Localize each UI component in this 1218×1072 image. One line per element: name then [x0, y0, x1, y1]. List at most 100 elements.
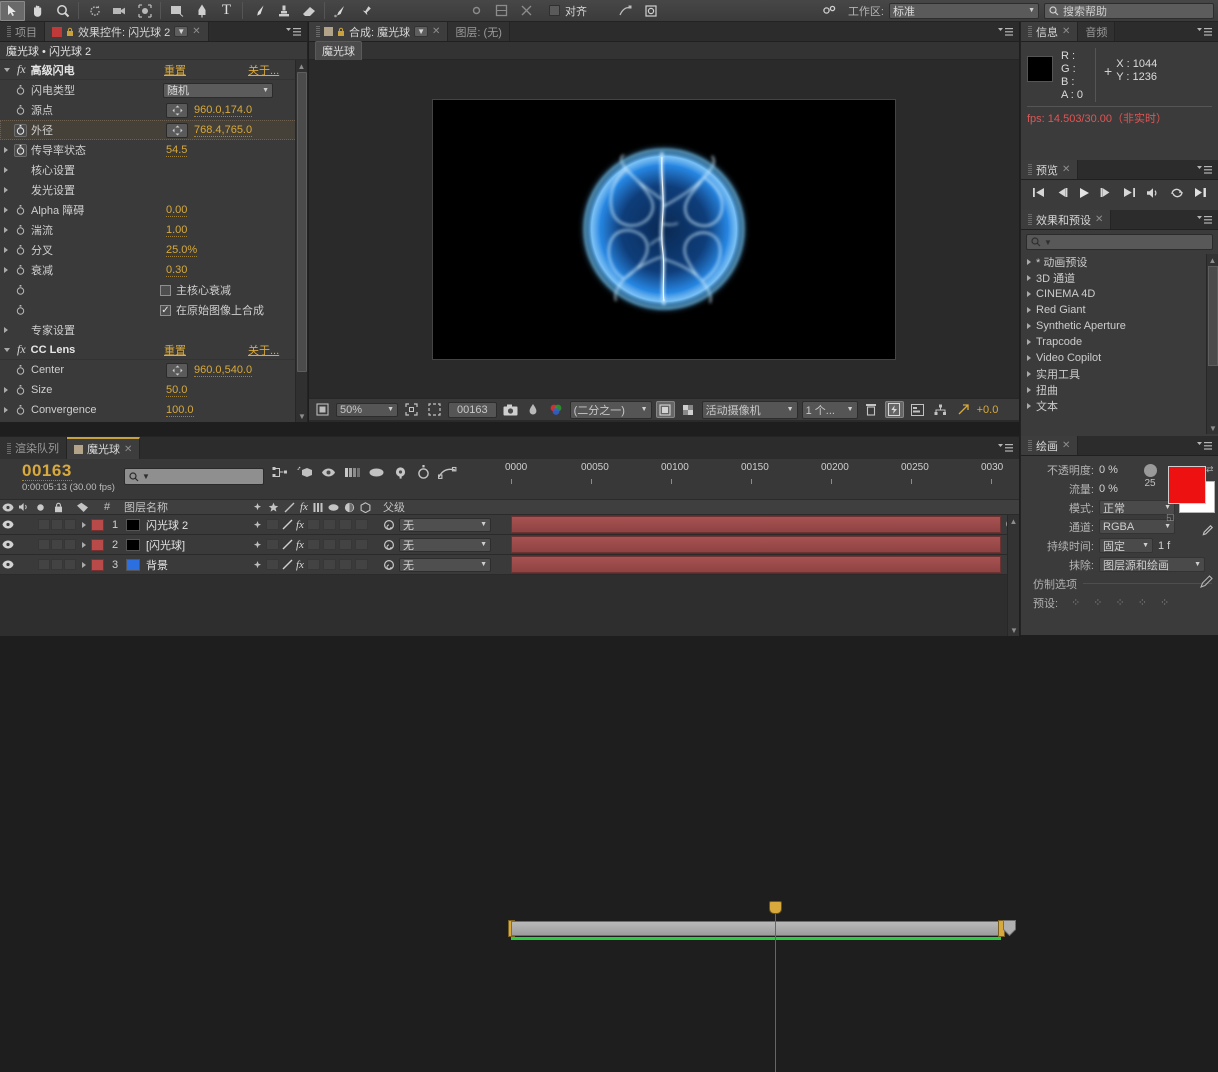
- brush-tip-icon[interactable]: [1199, 574, 1214, 592]
- alpha-obstacle-value[interactable]: 0.00: [166, 204, 188, 217]
- list-item[interactable]: Synthetic Aperture: [1021, 318, 1218, 334]
- property-row-glow-settings[interactable]: 发光设置: [0, 180, 307, 200]
- scrollbar-thumb[interactable]: [297, 72, 307, 372]
- stopwatch-icon[interactable]: [14, 104, 27, 117]
- scroll-down-icon[interactable]: ▼: [1008, 624, 1020, 636]
- composite-on-original-checkbox-row[interactable]: ✓ 在原始图像上合成: [160, 302, 264, 318]
- current-time-indicator[interactable]: [769, 901, 782, 1072]
- effect-header-advanced-lightning[interactable]: fx 高级闪电 重置 关于...: [0, 60, 307, 80]
- preview-panel[interactable]: 预览 ✕: [1020, 160, 1218, 210]
- motion-blur-switch[interactable]: [322, 519, 336, 530]
- brush-size-indicator[interactable]: 25: [1139, 464, 1161, 489]
- frame-blend-switch[interactable]: [306, 539, 320, 550]
- toggle-mask-guides-icon[interactable]: [679, 401, 698, 418]
- parent-select[interactable]: 无 ▼: [399, 517, 491, 532]
- twirl-right-icon[interactable]: [4, 387, 8, 393]
- cc-lens-size-value[interactable]: 50.0: [166, 384, 188, 397]
- preset-slot-1-icon[interactable]: ⁘: [1071, 596, 1080, 609]
- layer-name[interactable]: [闪光球]: [140, 537, 185, 553]
- search-dropdown-icon[interactable]: ▼: [142, 472, 150, 481]
- stopwatch-icon[interactable]: [14, 123, 27, 137]
- conductivity-value[interactable]: 54.5: [166, 144, 188, 157]
- graph-editor-icon[interactable]: [613, 1, 638, 21]
- hand-tool-icon[interactable]: [25, 1, 50, 21]
- property-row-origin[interactable]: 源点 960.0,174.0: [0, 100, 307, 120]
- paint-panel[interactable]: 绘画 ✕ 不透明度: 0 % 流量: 0 % 模式: 正常 ▼ 通道: RGBA: [1020, 436, 1218, 635]
- property-row-forking[interactable]: 分叉 25.0%: [0, 240, 307, 260]
- point-picker-button[interactable]: [166, 362, 188, 378]
- close-icon[interactable]: ✕: [1062, 26, 1070, 37]
- audio-toggle-icon[interactable]: [1146, 187, 1160, 202]
- layer-audio-toggle[interactable]: [38, 559, 50, 570]
- property-row-decay[interactable]: 衰减 0.30: [0, 260, 307, 280]
- tab-layer[interactable]: 图层: (无): [448, 22, 510, 41]
- fast-previews-icon[interactable]: [884, 401, 904, 418]
- layer-parent[interactable]: 无 ▼: [383, 557, 491, 572]
- twirl-right-icon[interactable]: [4, 187, 8, 193]
- twirl-right-icon[interactable]: [82, 541, 86, 548]
- reset-link[interactable]: 重置: [164, 342, 186, 358]
- composition-mini-flowchart-icon[interactable]: [272, 466, 289, 482]
- three-d-switch[interactable]: [354, 559, 368, 570]
- tab-effect-controls[interactable]: 效果控件: 闪光球 2 ▼ ✕: [45, 22, 209, 41]
- workspace-area[interactable]: 工作区: 标准 ▼ 搜索帮助: [818, 1, 1218, 21]
- composition-tabs[interactable]: 合成: 魔光球 ▼ ✕ 图层: (无): [309, 22, 1019, 42]
- twirl-right-icon[interactable]: [1027, 307, 1031, 313]
- paint-opacity-value[interactable]: 0 %: [1099, 464, 1141, 476]
- tab-composition[interactable]: 合成: 魔光球 ▼ ✕: [309, 22, 449, 41]
- graph-editor-toggle-icon[interactable]: [437, 466, 457, 482]
- layer-audio-toggle[interactable]: [38, 519, 50, 530]
- comp-flowchart-icon[interactable]: [931, 401, 950, 418]
- current-frame-value[interactable]: 00163: [22, 461, 72, 481]
- timeline-layers-list[interactable]: 1 闪光球 2 fx 无 ▼ 2 [闪光球] fx 无 ▼ 3 背景 fx 无 …: [0, 515, 1019, 636]
- layer-solo-toggle[interactable]: [51, 539, 63, 550]
- close-icon[interactable]: ✕: [124, 444, 132, 455]
- effects-list-scrollbar[interactable]: ▲ ▼: [1206, 254, 1218, 434]
- video-switch-header-icon[interactable]: [0, 503, 16, 512]
- close-icon[interactable]: ✕: [1062, 164, 1070, 175]
- timeline-controls[interactable]: 00163 0:00:05:13 (30.00 fps) ▼ 0000 0005…: [0, 459, 1019, 499]
- timeline-icon[interactable]: [908, 401, 927, 418]
- effect-controls-body[interactable]: fx 高级闪电 重置 关于... 闪电类型 随机 ▼ 源点 960.0,174.…: [0, 60, 307, 422]
- layer-name-header[interactable]: 图层名称: [118, 499, 168, 515]
- preview-transport-controls[interactable]: [1021, 180, 1218, 208]
- twirl-right-icon[interactable]: [1027, 275, 1031, 281]
- tab-menu-arrow-icon[interactable]: ▼: [414, 26, 429, 37]
- stopwatch-icon[interactable]: [14, 284, 27, 297]
- show-snapshot-icon[interactable]: [524, 401, 543, 418]
- tab-render-queue[interactable]: 渲染队列: [0, 437, 67, 459]
- motion-blur-switch[interactable]: [322, 539, 336, 550]
- effect-controls-tabs[interactable]: 项目 效果控件: 闪光球 2 ▼ ✕: [0, 22, 307, 42]
- twirl-right-icon[interactable]: [4, 247, 8, 253]
- layer-duration-bar[interactable]: [511, 516, 1001, 533]
- scroll-up-icon[interactable]: ▲: [1008, 515, 1019, 527]
- twirl-right-icon[interactable]: [1027, 339, 1031, 345]
- cti-handle[interactable]: [769, 901, 782, 914]
- twirl-right-icon[interactable]: [82, 521, 86, 528]
- list-item[interactable]: Trapcode: [1021, 334, 1218, 350]
- brainstorm-icon[interactable]: [392, 466, 409, 482]
- shape-tool-icon[interactable]: [164, 1, 189, 21]
- list-item[interactable]: 3D 通道: [1021, 270, 1218, 286]
- preset-slot-5-icon[interactable]: ⁘: [1160, 596, 1169, 609]
- effects-presets-list[interactable]: * 动画预设 3D 通道 CINEMA 4D Red Giant Synthet…: [1021, 254, 1218, 434]
- stopwatch-icon[interactable]: [14, 204, 27, 217]
- layer-label-color[interactable]: [91, 538, 104, 551]
- layer-lock-toggle[interactable]: [64, 559, 76, 570]
- clone-stamp-tool-icon[interactable]: [271, 1, 296, 21]
- timeline-panel[interactable]: 渲染队列 魔光球 ✕ 00163 0:00:05:13 (30.00 fps) …: [0, 436, 1019, 1072]
- property-row-core-settings[interactable]: 核心设置: [0, 160, 307, 180]
- selection-tool-icon[interactable]: [0, 0, 25, 21]
- auto-keyframe-icon[interactable]: [416, 465, 431, 482]
- next-frame-icon[interactable]: [1100, 187, 1113, 201]
- effect-controls-scrollbar[interactable]: ▲ ▼: [295, 60, 307, 422]
- paint-mode-select[interactable]: 正常 ▼: [1099, 500, 1175, 515]
- property-row-composite-on-original[interactable]: ✓ 在原始图像上合成: [0, 300, 307, 320]
- decay-main-core-checkbox-row[interactable]: 主核心衰减: [160, 282, 231, 298]
- lock-icon[interactable]: [337, 27, 345, 37]
- draft-3d-icon[interactable]: [296, 465, 313, 482]
- snap-icon[interactable]: [514, 1, 539, 21]
- stopwatch-icon[interactable]: [14, 224, 27, 237]
- stopwatch-icon[interactable]: [14, 364, 27, 377]
- text-tool-icon[interactable]: T: [214, 1, 239, 21]
